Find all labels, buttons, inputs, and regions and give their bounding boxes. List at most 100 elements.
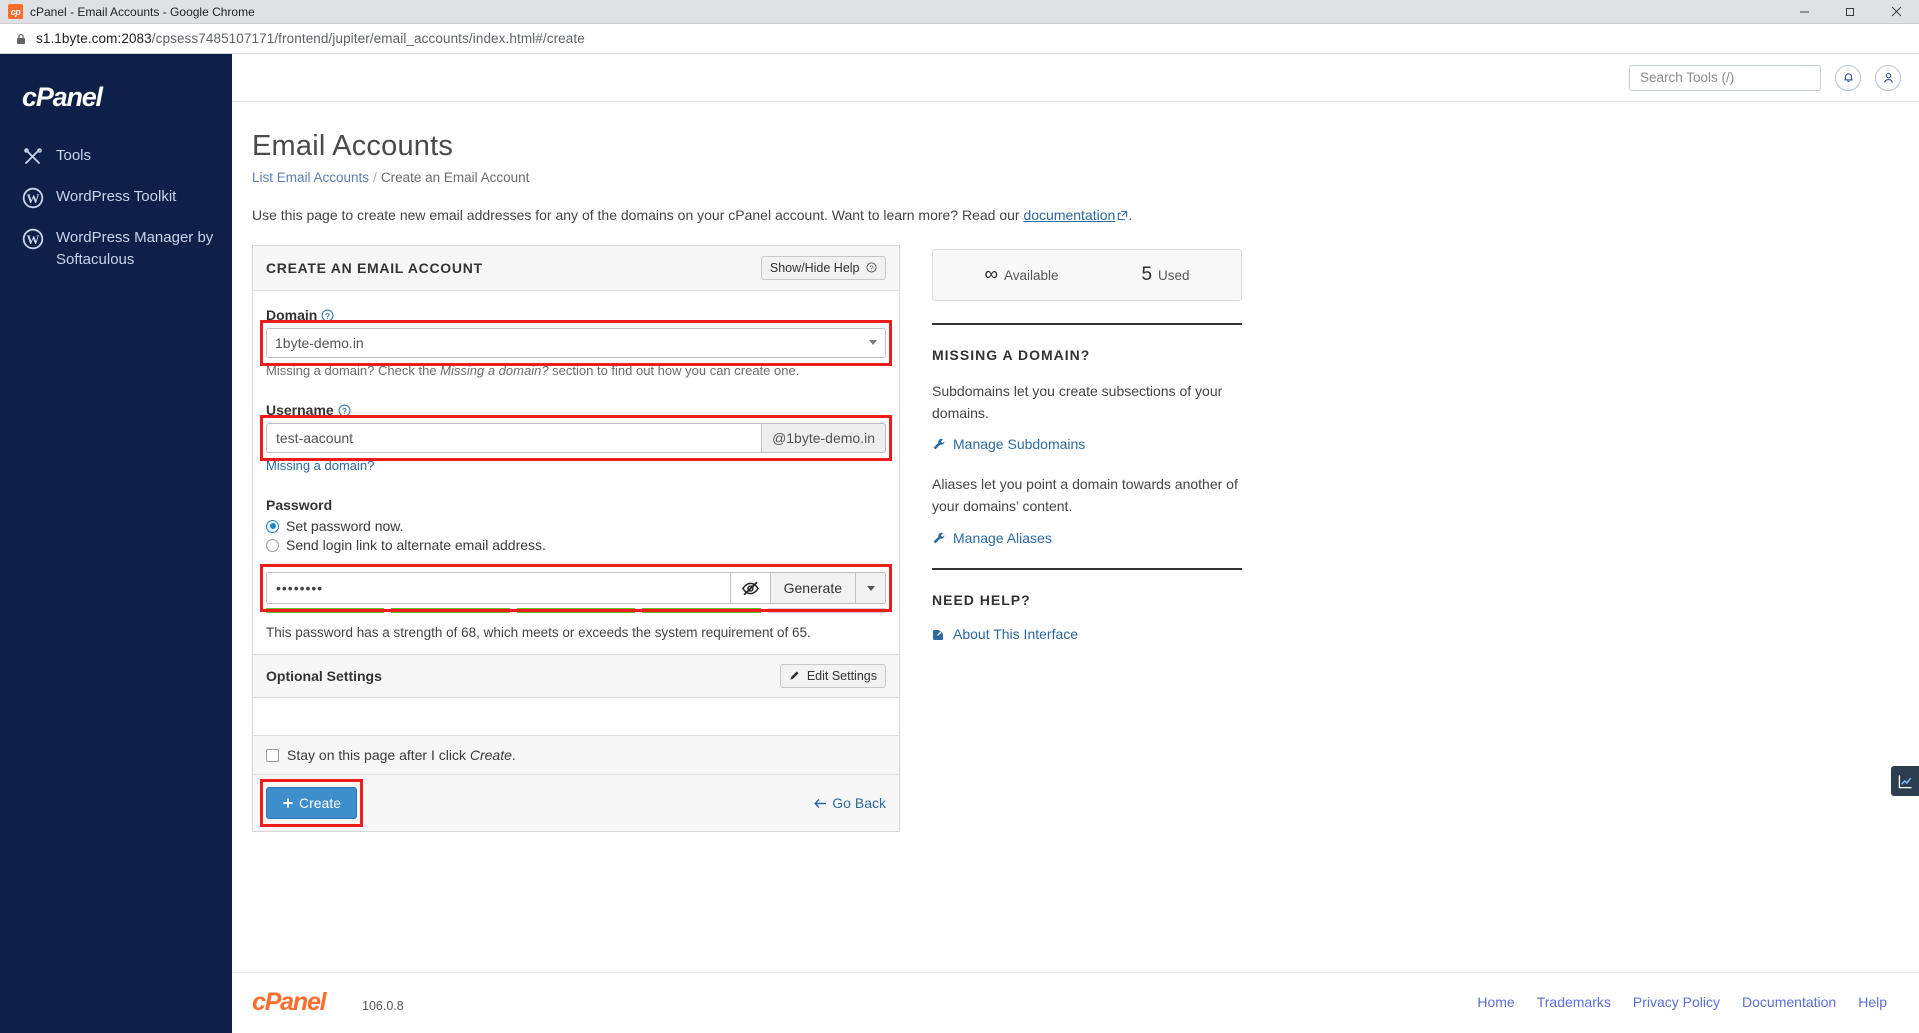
password-input[interactable] [266,572,730,604]
stay-on-page-checkbox[interactable] [266,748,279,762]
aliases-description: Aliases let you point a domain towards a… [932,476,1238,515]
available-stat: ∞ Available [984,264,1058,286]
intro-after: . [1128,207,1133,223]
username-hint: Missing a domain? [266,458,886,473]
sidebar-item-wordpress-toolkit[interactable]: W WordPress Toolkit [0,177,232,218]
username-input[interactable] [266,423,762,453]
strength-segment [266,608,385,613]
strength-segment [642,608,761,613]
form-column: CREATE AN EMAIL ACCOUNT Show/Hide Help ? [252,245,900,832]
edit-settings-button[interactable]: Edit Settings [780,664,886,688]
panel-header: CREATE AN EMAIL ACCOUNT Show/Hide Help ? [253,246,899,291]
footer-link-documentation[interactable]: Documentation [1742,994,1836,1010]
radio-label: Send login link to alternate email addre… [286,537,546,553]
password-strength-meter [266,608,887,613]
about-this-interface-link[interactable]: About This Interface [932,626,1242,642]
show-hide-help-label: Show/Hide Help [769,261,860,275]
radio-icon [266,538,279,552]
radio-set-password-now[interactable]: Set password now. [266,518,886,534]
help-icon[interactable]: ? [321,309,334,322]
generate-label: Generate [783,580,842,596]
chart-icon [1898,774,1912,788]
generate-options-button[interactable] [856,572,886,604]
footer-link-privacy-policy[interactable]: Privacy Policy [1633,994,1720,1010]
strength-segment [391,608,510,613]
sidebar-logo[interactable]: cPanel [0,68,232,136]
minimize-button[interactable] [1781,0,1827,24]
lock-icon [17,33,25,44]
window-title: cPanel - Email Accounts - Google Chrome [30,4,255,19]
panel-footer: Create Go Back [253,774,899,831]
username-label: Username ? [266,402,886,418]
manage-aliases-link[interactable]: Manage Aliases [932,530,1242,546]
radio-send-login-link[interactable]: Send login link to alternate email addre… [266,537,886,553]
breadcrumb-parent-link[interactable]: List Email Accounts [252,170,369,185]
stay-label-before: Stay on this page after I click [287,747,470,763]
password-label: Password [266,497,886,513]
analytics-side-tab[interactable] [1891,766,1919,796]
breadcrumb-separator: / [373,170,377,185]
topbar [232,54,1919,102]
radio-icon [266,519,279,533]
edit-settings-label: Edit Settings [806,669,877,683]
sidebar: cPanel Tools W WordPress Toolkit W WordP… [0,54,232,1033]
footer-link-home[interactable]: Home [1477,994,1514,1010]
favicon: cp [8,4,23,19]
footer-link-trademarks[interactable]: Trademarks [1537,994,1611,1010]
panel-title: CREATE AN EMAIL ACCOUNT [266,260,483,276]
footer-link-help[interactable]: Help [1858,994,1887,1010]
stay-on-page-label: Stay on this page after I click Create. [287,747,516,763]
available-value: ∞ [984,264,998,285]
sidebar-item-wordpress-manager[interactable]: W WordPress Manager by Softaculous [0,218,232,280]
stay-label-after: . [511,747,516,763]
domain-select[interactable]: 1byte-demo.in [266,328,886,358]
domain-label-text: Domain [266,307,318,323]
close-button[interactable] [1873,0,1919,24]
sidebar-item-tools[interactable]: Tools [0,136,232,177]
manage-aliases-label: Manage Aliases [953,529,1052,546]
generate-password-button[interactable]: Generate [769,572,856,604]
show-hide-help-button[interactable]: Show/Hide Help ? [760,256,886,280]
about-this-interface-label: About This Interface [953,625,1079,642]
password-input-group: Generate [266,572,886,604]
manage-subdomains-link[interactable]: Manage Subdomains [932,436,1242,452]
create-button-highlight: Create [259,779,364,827]
documentation-link[interactable]: documentation [1023,207,1115,223]
browser-urlbar[interactable]: s1.1byte.com:2083/cpsess7485107171/front… [0,24,1919,54]
missing-domain-link[interactable]: Missing a domain? [266,458,374,473]
plus-icon [283,798,293,808]
username-domain-addon: @1byte-demo.in [761,423,886,453]
domain-hint-before: Missing a domain? Check the [266,363,441,378]
page-footer: cPanel 106.0.8 Home Trademarks Privacy P… [232,972,1919,1033]
chevron-down-icon [866,585,875,591]
help-icon[interactable]: ? [338,404,351,417]
create-button[interactable]: Create [266,787,358,819]
stay-on-page-row[interactable]: Stay on this page after I click Create. [253,736,899,774]
notifications-button[interactable] [1835,64,1861,91]
domain-hint: Missing a domain? Check the Missing a do… [266,363,886,378]
help-icon: ? [866,262,877,273]
intro-text: Use this page to create new email addres… [252,207,1887,223]
create-button-label: Create [299,795,342,811]
used-label: Used [1158,268,1190,283]
username-label-text: Username [266,402,334,418]
search-input[interactable] [1638,69,1819,86]
wordpress-icon: W [22,228,44,250]
password-strength-text: This password has a strength of 68, whic… [266,625,811,640]
go-back-link[interactable]: Go Back [814,795,886,811]
need-help-title: NEED HELP? [932,591,1031,608]
toggle-password-visibility-button[interactable] [729,572,770,604]
wrench-icon [933,532,945,544]
cpanel-logo: cPanel [252,989,329,1015]
domain-select-wrap[interactable]: 1byte-demo.in [266,328,886,358]
maximize-button[interactable] [1827,0,1873,24]
tools-icon [24,148,42,164]
search-box[interactable] [1629,64,1821,91]
user-menu-button[interactable] [1875,64,1901,91]
page-title: Email Accounts [252,130,454,162]
footer-brand: cPanel 106.0.8 [252,989,404,1015]
strength-segment [767,608,887,613]
page-scroll-area: Email Accounts List Email Accounts / Creat… [232,102,1919,972]
username-highlight: @1byte-demo.in [260,415,892,461]
